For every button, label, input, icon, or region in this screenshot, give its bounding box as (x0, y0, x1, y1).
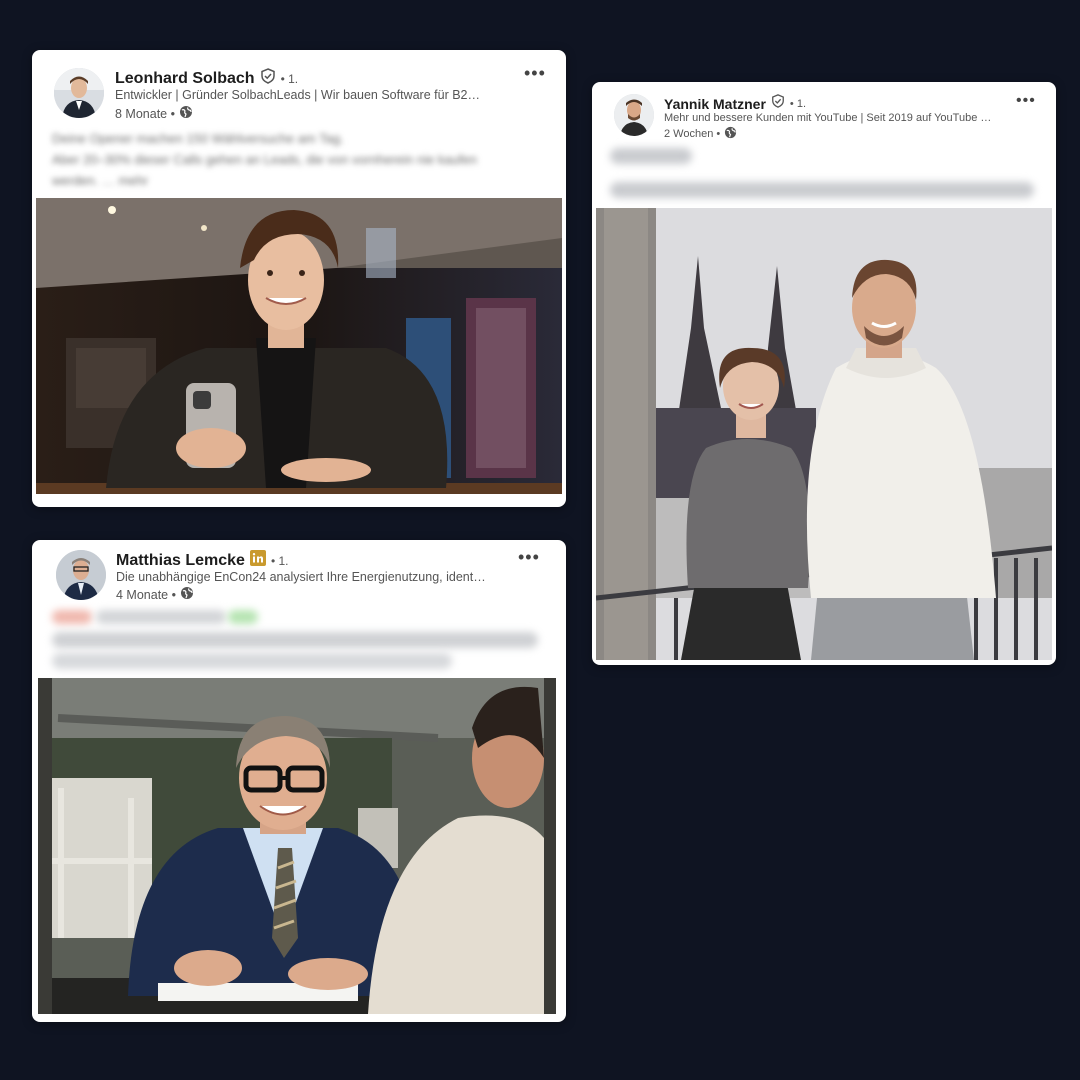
post-image[interactable] (596, 208, 1052, 660)
post-text-line: Aber 20–30% dieser Calls gehen an Leads,… (52, 152, 477, 167)
verified-icon (771, 94, 785, 113)
linkedin-premium-icon (249, 550, 266, 571)
globe-icon (179, 105, 193, 122)
post-time: 4 Monate • (116, 587, 176, 602)
post-card-yannik-matzner: Yannik Matzner • 1. Mehr und bessere Kun… (592, 82, 1056, 665)
blurred-post-text (610, 182, 1034, 198)
post-image[interactable] (38, 678, 556, 1014)
post-time: 2 Wochen • (664, 128, 721, 140)
globe-icon (180, 586, 194, 603)
post-time: 8 Monate • (115, 106, 175, 121)
avatar[interactable] (54, 68, 104, 118)
post-text-line: Deine Opener machen 150 Wählversuche am … (52, 131, 344, 146)
blurred-post-text (96, 610, 226, 624)
author-name[interactable]: Leonhard Solbach (115, 70, 255, 88)
more-options-icon[interactable]: ••• (524, 64, 546, 82)
blurred-post-text (52, 653, 452, 669)
more-options-icon[interactable]: ••• (518, 548, 540, 566)
avatar[interactable] (614, 94, 654, 136)
post-image[interactable] (36, 198, 562, 494)
connection-degree: • 1. (789, 97, 807, 110)
post-card-matthias-lemcke: Matthias Lemcke • 1. Die unabhängige EnC… (32, 540, 566, 1022)
verified-icon (260, 68, 276, 89)
avatar[interactable] (56, 550, 106, 600)
connection-degree: • 1. (270, 553, 289, 568)
blurred-post-text (610, 148, 692, 164)
author-headline: Mehr und bessere Kunden mit YouTube | Se… (664, 112, 992, 124)
post-text-line: werden. … mehr (52, 173, 149, 188)
author-headline: Entwickler | Gründer SolbachLeads | Wir … (115, 88, 480, 102)
post-card-leonhard-solbach: Leonhard Solbach • 1. Entwickler | Gründ… (32, 50, 566, 507)
author-headline: Die unabhängige EnCon24 analysiert Ihre … (116, 570, 486, 584)
connection-degree: • 1. (280, 71, 299, 86)
blurred-post-text (228, 610, 258, 624)
more-options-icon[interactable]: ••• (1016, 93, 1036, 109)
blurred-post-text (52, 610, 92, 624)
globe-icon (724, 126, 737, 142)
blurred-post-text (52, 632, 538, 648)
author-name[interactable]: Matthias Lemcke (116, 552, 245, 570)
author-name[interactable]: Yannik Matzner (664, 96, 766, 112)
